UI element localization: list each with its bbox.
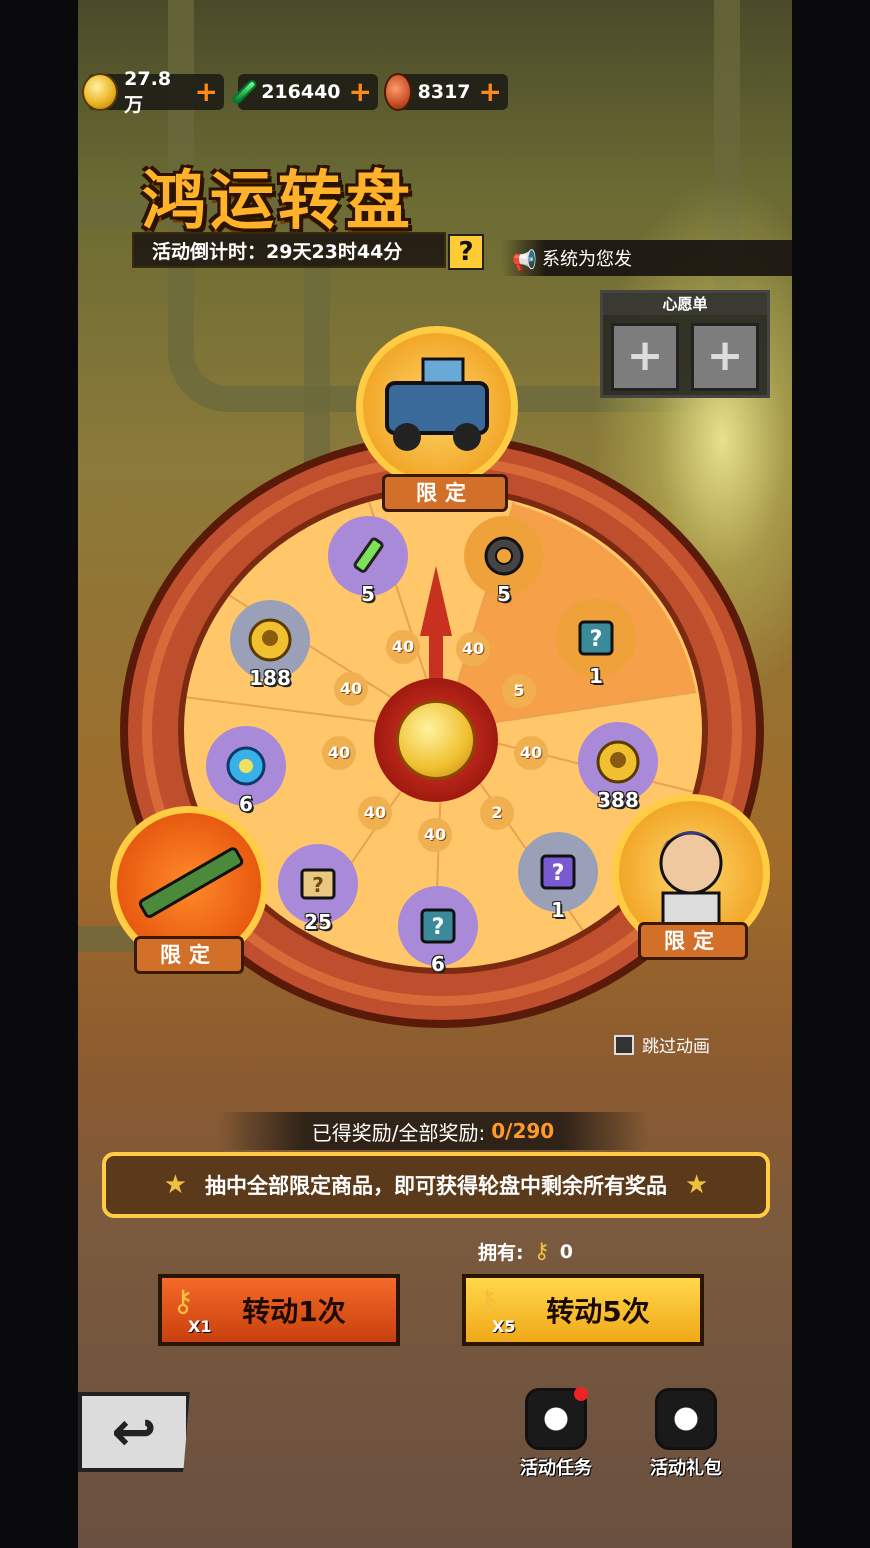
star-icon: ★: [163, 1170, 187, 1200]
key-icon: ⚷: [476, 1284, 498, 1319]
event-title: 鸿运转盘: [142, 165, 414, 239]
broadcast-text: 系统为您发: [542, 249, 632, 270]
purple-card-icon: ?: [540, 854, 576, 890]
key-icon: ⚷: [172, 1284, 194, 1319]
event-tasks-button[interactable]: 活动任务: [508, 1387, 604, 1480]
broadcast-ticker: 📢 系统为您发: [502, 240, 792, 276]
wishlist-panel: 心愿单 + +: [600, 290, 770, 398]
inner-value: 40: [386, 630, 420, 664]
inner-value: 40: [322, 736, 356, 770]
wheel-prize-9: 188: [230, 600, 310, 690]
spin-hub[interactable]: [374, 678, 498, 802]
event-gift-button[interactable]: 活动礼包: [638, 1388, 734, 1480]
wheel-prize-2: 5: [464, 516, 544, 606]
mystery-card-icon: ?: [420, 908, 456, 944]
wheel-pointer: [420, 566, 452, 636]
currency-meat: 8317 +: [384, 73, 508, 111]
skip-animation-label: 跳过动画: [642, 1037, 710, 1057]
spin-cost: X5: [492, 1317, 516, 1336]
currency-gem: 216440 +: [230, 74, 378, 110]
game-screen: 27.8万 + 216440 + 8317 + 鸿运转盘 活动倒计时：29天23…: [78, 0, 792, 1548]
help-button[interactable]: ?: [448, 234, 484, 270]
wishlist-label: 心愿单: [603, 293, 767, 315]
wheel-prize-6: ? 6: [398, 886, 478, 976]
prize-amount: 5: [361, 582, 375, 606]
event-gift-label: 活动礼包: [650, 1458, 722, 1479]
owned-value: 0: [559, 1240, 573, 1263]
inner-value: 40: [456, 632, 490, 666]
wheel-prize-7: ? 25: [278, 844, 358, 934]
blue-gem-cluster-icon: [226, 746, 266, 786]
gear-icon: [396, 700, 476, 780]
spin-once-button[interactable]: ⚷ X1 转动1次: [158, 1274, 400, 1346]
mystery-card-icon: ?: [578, 620, 614, 656]
back-arrow-icon: ↩: [111, 1400, 157, 1463]
inner-value: 2: [480, 796, 514, 830]
currency-gold: 27.8万 +: [82, 68, 224, 116]
meat-amount: 8317: [417, 81, 471, 103]
limited-tag: 限定: [382, 474, 508, 512]
spin-once-label: 转动1次: [242, 1295, 346, 1328]
limited-tag: 限定: [638, 922, 748, 960]
event-tasks-label: 活动任务: [520, 1458, 592, 1479]
prize-amount: 188: [249, 666, 291, 690]
spin-cost: X1: [188, 1317, 212, 1336]
event-countdown: 活动倒计时：29天23时44分: [132, 232, 446, 268]
gift-box-icon: [655, 1388, 717, 1450]
skip-animation-toggle[interactable]: 跳过动画: [614, 1032, 710, 1057]
key-icon: ⚷: [533, 1239, 550, 1264]
syringe-icon: [353, 537, 384, 573]
inner-value: 40: [334, 672, 368, 706]
spin-five-label: 转动5次: [546, 1295, 650, 1328]
prize-amount: 6: [431, 952, 445, 976]
star-icon: ★: [685, 1170, 709, 1200]
svg-text:?: ?: [590, 627, 603, 652]
rule-text: 抽中全部限定商品，即可获得轮盘中剩余所有奖品: [205, 1174, 667, 1198]
svg-text:?: ?: [432, 915, 445, 940]
gem-amount: 216440: [261, 81, 341, 103]
owned-label: 拥有:: [478, 1242, 524, 1264]
gold-skull-coin-icon: [82, 73, 119, 111]
featured-vehicle[interactable]: [356, 326, 518, 488]
spin-five-button[interactable]: ⚷ X5 转动5次: [462, 1274, 704, 1346]
back-button[interactable]: ↩: [78, 1392, 190, 1472]
svg-text:?: ?: [312, 873, 324, 897]
progress-label: 已得奖励/全部奖励:: [311, 1120, 486, 1145]
owned-keys: 拥有: ⚷ 0: [478, 1238, 573, 1265]
wheel-prize-4: 388: [578, 722, 658, 812]
add-gem-button[interactable]: +: [349, 78, 372, 106]
inner-value: 40: [358, 796, 392, 830]
gold-skull-coin-icon: [248, 618, 292, 662]
limited-tag: 限定: [134, 936, 244, 974]
prize-amount: 5: [497, 582, 511, 606]
rule-banner: ★ 抽中全部限定商品，即可获得轮盘中剩余所有奖品 ★: [102, 1152, 770, 1218]
mystery-map-icon: ?: [300, 868, 336, 900]
prize-amount: 25: [304, 910, 332, 934]
svg-text:?: ?: [552, 861, 565, 886]
wheel-prize-3: ? 1: [556, 598, 636, 688]
wheel-prize-5: ? 1: [518, 832, 598, 922]
task-list-icon: [525, 1387, 588, 1450]
prize-amount: 1: [551, 898, 565, 922]
prize-amount: 1: [589, 664, 603, 688]
armored-vehicle-icon: [385, 357, 489, 451]
notification-dot: [574, 1387, 588, 1401]
add-meat-button[interactable]: +: [479, 78, 502, 106]
gold-skull-coin-icon: [596, 740, 640, 784]
gear-part-icon: [484, 536, 524, 576]
checkbox[interactable]: [614, 1034, 634, 1055]
wishlist-slot-1[interactable]: +: [611, 323, 679, 391]
inner-value: 5: [502, 674, 536, 708]
wishlist-slot-2[interactable]: +: [691, 323, 759, 391]
inner-value: 40: [418, 818, 452, 852]
reward-progress: 已得奖励/全部奖励: 0/290: [218, 1112, 648, 1150]
gold-amount: 27.8万: [124, 67, 172, 116]
add-gold-button[interactable]: +: [195, 78, 218, 106]
meat-icon: [384, 73, 412, 111]
progress-value: 0/290: [491, 1119, 555, 1143]
wheel-prize-1: 5: [328, 516, 408, 606]
inner-value: 40: [514, 736, 548, 770]
megaphone-icon: 📢: [512, 248, 537, 272]
wheel-prize-8: 6: [206, 726, 286, 816]
